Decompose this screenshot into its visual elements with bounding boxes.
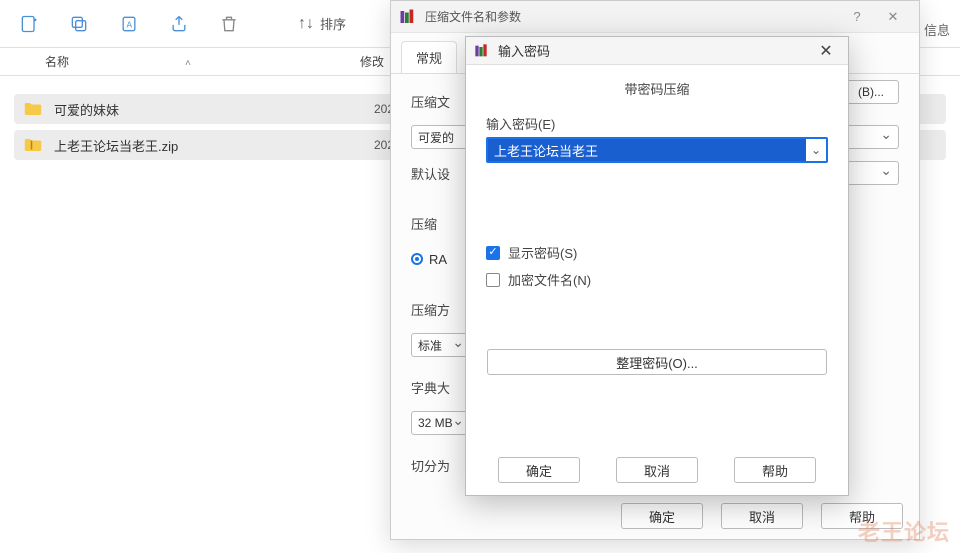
- split-label: 切分为: [411, 456, 467, 475]
- default-label: 默认设: [411, 164, 467, 183]
- tab-general[interactable]: 常规: [401, 41, 457, 73]
- column-name[interactable]: 名称 ˄: [0, 53, 360, 70]
- ok-button[interactable]: 确定: [498, 457, 580, 483]
- archive-name-label: 压缩文: [411, 92, 467, 111]
- sort-button[interactable]: ↑↓ 排序: [298, 14, 346, 33]
- checkbox-icon: [486, 273, 500, 287]
- method-label: 压缩方: [411, 300, 467, 319]
- sort-icon: ↑↓: [298, 15, 314, 33]
- format-label: 压缩: [411, 214, 467, 233]
- password-input[interactable]: 上老王论坛当老王 ⌄: [486, 137, 828, 163]
- zip-icon: [24, 137, 44, 153]
- info-label: 信息: [924, 20, 950, 39]
- help-button[interactable]: 帮助: [734, 457, 816, 483]
- dialog-titlebar: 压缩文件名和参数 ? ✕: [391, 1, 919, 33]
- radio-icon: [411, 253, 423, 265]
- password-dialog: 输入密码 ✕ 带密码压缩 输入密码(E) 上老王论坛当老王 ⌄ 显示密码(S) …: [465, 36, 849, 496]
- copy-icon[interactable]: [68, 13, 90, 35]
- cancel-button[interactable]: 取消: [721, 503, 803, 529]
- new-icon[interactable]: [18, 13, 40, 35]
- password-footer: 确定 取消 帮助: [466, 457, 848, 483]
- dict-combo[interactable]: 32 MB: [411, 411, 471, 435]
- close-icon[interactable]: ✕: [875, 3, 911, 31]
- dialog-title: 压缩文件名和参数: [425, 8, 839, 25]
- share-icon[interactable]: [168, 13, 190, 35]
- chevron-down-icon[interactable]: ⌄: [806, 143, 826, 157]
- password-field-label: 输入密码(E): [486, 114, 828, 133]
- checkbox-icon: [486, 246, 500, 260]
- folder-icon: [24, 101, 44, 117]
- cancel-button[interactable]: 取消: [616, 457, 698, 483]
- sort-arrow-icon: ˄: [185, 58, 191, 69]
- delete-icon[interactable]: [218, 13, 240, 35]
- svg-text:A: A: [127, 19, 133, 29]
- encrypt-filenames-checkbox[interactable]: 加密文件名(N): [486, 270, 828, 289]
- dict-label: 字典大: [411, 378, 467, 397]
- password-subtitle: 带密码压缩: [486, 79, 828, 98]
- watermark: 老王论坛: [858, 515, 950, 547]
- show-password-checkbox[interactable]: 显示密码(S): [486, 243, 828, 262]
- password-dialog-title: 输入密码: [498, 41, 812, 60]
- help-button-icon[interactable]: ?: [839, 3, 875, 31]
- winrar-icon: [474, 43, 490, 59]
- file-name: 上老王论坛当老王.zip: [54, 136, 374, 155]
- method-combo[interactable]: 标准: [411, 333, 471, 357]
- winrar-icon: [399, 8, 417, 26]
- organize-passwords-button[interactable]: 整理密码(O)...: [487, 349, 827, 375]
- password-value: 上老王论坛当老王: [488, 139, 806, 161]
- file-name: 可爱的妹妹: [54, 100, 374, 119]
- browse-button[interactable]: (B)...: [843, 80, 899, 104]
- close-icon[interactable]: ✕: [812, 39, 840, 63]
- password-titlebar: 输入密码 ✕: [466, 37, 848, 65]
- rename-icon[interactable]: A: [118, 13, 140, 35]
- ok-button[interactable]: 确定: [621, 503, 703, 529]
- sort-label: 排序: [320, 14, 346, 33]
